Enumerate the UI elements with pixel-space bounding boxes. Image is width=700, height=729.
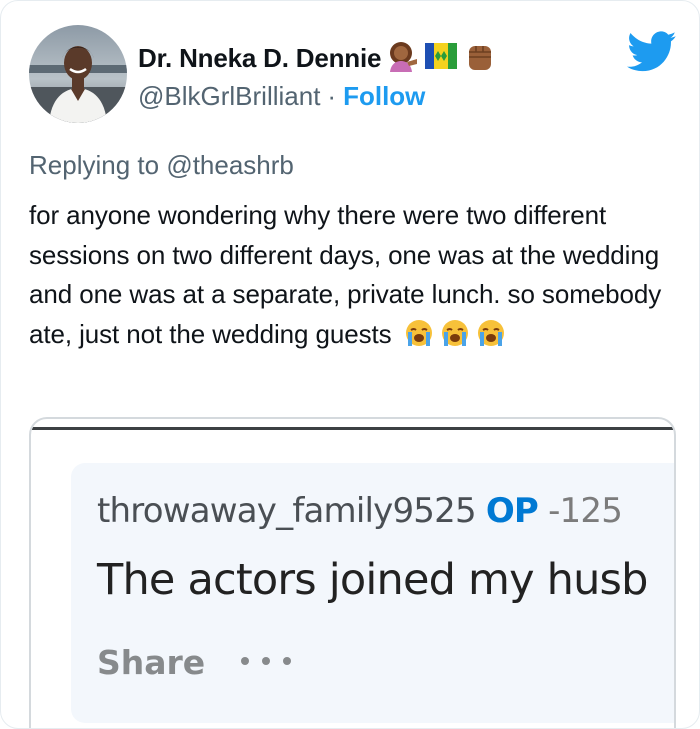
share-label: Share: [97, 643, 206, 682]
reply-mention-link[interactable]: @theashrb: [166, 150, 294, 180]
replying-to-label: Replying to: [29, 150, 160, 180]
op-badge: OP: [485, 491, 539, 531]
comment-actions: Share: [97, 643, 293, 682]
loudly-crying-face-emoji: [439, 318, 471, 360]
woman-tipping-hand-emoji: [387, 40, 419, 77]
author-name-row[interactable]: Dr. Nneka D. Dennie: [138, 41, 497, 75]
comment-meta: throwaway_family9525 OP -125: [97, 491, 623, 531]
screenshot-top-border: [31, 427, 674, 430]
comment-username: throwaway_family9525: [97, 491, 477, 531]
tweet-text: for anyone wondering why there were two …: [29, 200, 662, 349]
author-handle[interactable]: @BlkGrlBrilliant: [138, 81, 320, 112]
separator-dot: ·: [327, 80, 337, 111]
replying-to-line: Replying to @theashrb: [29, 150, 294, 181]
raised-fist-emoji: [463, 40, 497, 77]
follow-link[interactable]: Follow: [343, 81, 425, 112]
reddit-comment-screenshot: throwaway_family9525 OP -125 The actors …: [71, 463, 674, 723]
loudly-crying-face-emoji: [403, 318, 435, 360]
author-handle-row: @BlkGrlBrilliant · Follow: [138, 79, 425, 113]
attached-image[interactable]: throwaway_family9525 OP -125 The actors …: [29, 417, 676, 728]
loudly-crying-face-emoji: [475, 318, 507, 360]
tweet-card: Dr. Nneka D. Dennie @BlkGrlBrilliant · F…: [0, 0, 700, 729]
comment-score: -125: [548, 491, 623, 531]
twitter-bird-icon[interactable]: [627, 31, 677, 73]
saint-vincent-flag-emoji: [425, 42, 458, 74]
author-name[interactable]: Dr. Nneka D. Dennie: [138, 43, 381, 74]
more-options-icon: [239, 654, 293, 672]
tweet-body: for anyone wondering why there were two …: [29, 196, 679, 359]
profile-photo: [29, 25, 127, 123]
avatar[interactable]: [29, 25, 127, 123]
comment-body: The actors joined my husb: [97, 555, 648, 605]
